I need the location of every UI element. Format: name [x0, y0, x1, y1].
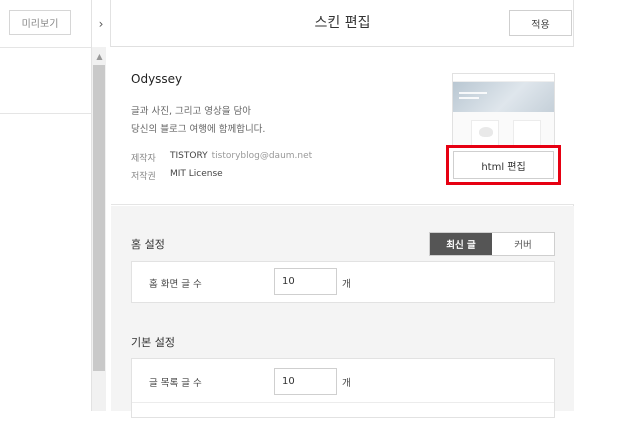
skin-edit-panel: 스킨 편집 적용 Odyssey 글과 사진, 그리고 영상을 담아 당신의 블… [111, 0, 574, 418]
skin-info-section: Odyssey 글과 사진, 그리고 영상을 담아 당신의 블로그 여행에 함께… [111, 47, 574, 205]
author-name: TISTORY [170, 151, 208, 161]
home-type-toggle: 최신 글 커버 [429, 232, 555, 256]
thumbnail-card [513, 120, 541, 146]
field-divider [132, 402, 554, 403]
skin-thumbnail [452, 73, 555, 148]
apply-button[interactable]: 적용 [509, 10, 572, 36]
skin-description-line-2: 당신의 블로그 여행에 함께합니다. [131, 124, 266, 135]
preview-divider [0, 113, 91, 114]
preview-button[interactable]: 미리보기 [9, 10, 71, 35]
page-title: 스킨 편집 [314, 15, 371, 31]
html-edit-highlight: html 편집 [446, 145, 561, 185]
home-post-count-unit: 개 [342, 279, 351, 290]
author-label: 제작자 [131, 154, 156, 164]
home-post-count-input[interactable] [274, 268, 337, 295]
thumbnail-hero-image [453, 82, 554, 112]
author-row: 제작자 TISTORY tistoryblog@daum.net [131, 151, 312, 164]
thumbnail-header [453, 74, 554, 82]
html-edit-button[interactable]: html 편집 [453, 151, 554, 179]
panel-toggle-button[interactable]: › [91, 0, 111, 47]
list-post-count-input[interactable] [274, 368, 337, 395]
thumbnail-hero-text [459, 97, 479, 99]
scroll-up-arrow-icon[interactable]: ▲ [92, 52, 107, 62]
preview-scrollbar[interactable]: ▲ [91, 47, 106, 411]
tab-latest-posts[interactable]: 최신 글 [430, 233, 492, 255]
chevron-right-icon: › [98, 16, 104, 31]
scrollbar-thumb[interactable] [93, 65, 105, 371]
thumbnail-hero-text [459, 92, 487, 94]
skin-editor-screen: 미리보기 › ▲ 스킨 편집 적용 Odyssey 글과 사진, 그리고 영상을… [0, 0, 636, 431]
author-email: tistoryblog@daum.net [211, 151, 313, 161]
list-post-count-label: 글 목록 글 수 [149, 378, 202, 389]
editor-header: 스킨 편집 적용 [111, 0, 574, 47]
preview-pane: 미리보기 [0, 0, 91, 411]
skin-description-line-1: 글과 사진, 그리고 영상을 담아 [131, 106, 251, 117]
home-settings-box: 홈 화면 글 수 개 [131, 261, 555, 303]
home-settings-title: 홈 설정 [131, 238, 165, 251]
thumbnail-card [471, 120, 499, 146]
skin-description: 글과 사진, 그리고 영상을 담아 당신의 블로그 여행에 함께합니다. [131, 103, 265, 139]
skin-name: Odyssey [131, 72, 183, 86]
license-label: 저작권 [131, 172, 156, 182]
list-post-count-unit: 개 [342, 378, 351, 389]
license-value: MIT License [170, 169, 223, 179]
chair-image-icon [479, 127, 493, 137]
tab-cover[interactable]: 커버 [492, 233, 554, 255]
license-row: 저작권 MIT License [131, 169, 223, 182]
preview-header-divider [0, 47, 91, 48]
settings-area: 홈 설정 최신 글 커버 홈 화면 글 수 개 기본 설정 글 목록 글 수 개 [111, 206, 574, 418]
basic-settings-title: 기본 설정 [131, 336, 175, 349]
home-post-count-label: 홈 화면 글 수 [149, 279, 202, 290]
basic-settings-box: 글 목록 글 수 개 [131, 358, 555, 418]
